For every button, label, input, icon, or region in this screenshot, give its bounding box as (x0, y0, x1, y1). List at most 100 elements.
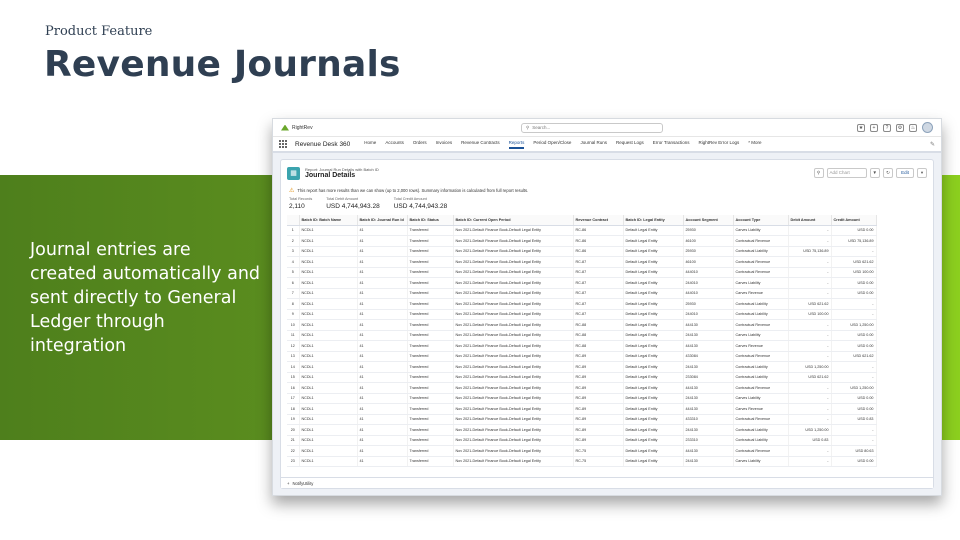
table-cell[interactable]: Nov 2021-Default Finance Book-Default Le… (453, 435, 574, 446)
table-cell[interactable]: RC-87 (573, 256, 624, 268)
table-cell[interactable]: Default Legal Entity (623, 288, 684, 299)
table-cell[interactable]: RC-89 (573, 414, 624, 425)
search-report-button[interactable]: ⚲ (813, 168, 824, 178)
favorites-icon[interactable]: ★ (857, 123, 865, 132)
table-cell[interactable]: NCDL1 (299, 235, 358, 247)
table-cell[interactable]: Nov 2021-Default Finance Book-Default Le… (453, 267, 574, 278)
app-launcher-icon[interactable] (279, 140, 287, 148)
table-cell[interactable]: Default Legal Entity (623, 267, 684, 278)
column-header[interactable]: Batch ID: Journal Run Id (357, 215, 408, 226)
table-cell[interactable]: Nov 2021-Default Finance Book-Default Le… (453, 382, 574, 394)
table-cell[interactable]: Default Legal Entity (623, 372, 684, 383)
table-cell[interactable]: NCDL1 (299, 277, 358, 289)
table-cell[interactable]: Default Legal Entity (623, 382, 684, 394)
nav-tab[interactable]: Reports (508, 140, 525, 149)
table-cell[interactable]: Nov 2021-Default Finance Book-Default Le… (453, 393, 574, 404)
nav-tab[interactable]: Orders (413, 140, 427, 149)
table-cell[interactable]: NCDL1 (299, 330, 358, 341)
table-cell[interactable]: Nov 2021-Default Finance Book-Default Le… (453, 246, 574, 257)
table-cell[interactable]: RC-89 (573, 424, 624, 436)
table-cell[interactable]: Default Legal Entity (623, 340, 684, 352)
column-header[interactable]: Account Segment (683, 215, 734, 226)
table-cell[interactable]: RC-89 (573, 393, 624, 404)
table-cell[interactable]: Nov 2021-Default Finance Book-Default Le… (453, 277, 574, 289)
utility-footer[interactable]: + NotifyUtility (281, 477, 933, 488)
table-cell[interactable]: Nov 2021-Default Finance Book-Default Le… (453, 456, 574, 467)
pencil-icon[interactable]: ✎ (930, 141, 935, 148)
table-cell[interactable]: NCDL1 (299, 456, 358, 467)
table-cell[interactable]: Default Legal Entity (623, 445, 684, 457)
table-cell[interactable]: Default Legal Entity (623, 456, 684, 467)
table-cell[interactable]: RC-88 (573, 319, 624, 331)
table-cell[interactable]: Nov 2021-Default Finance Book-Default Le… (453, 351, 574, 362)
table-cell[interactable]: Default Legal Entity (623, 414, 684, 425)
table-cell[interactable]: RC-89 (573, 361, 624, 373)
column-header[interactable]: Batch ID: Current Open Period (453, 215, 574, 226)
table-cell[interactable]: Nov 2021-Default Finance Book-Default Le… (453, 235, 574, 247)
table-cell[interactable]: RC-86 (573, 225, 624, 236)
column-header[interactable]: Debit Amount (788, 215, 832, 226)
table-cell[interactable]: Nov 2021-Default Finance Book-Default Le… (453, 298, 574, 310)
table-cell[interactable]: Nov 2021-Default Finance Book-Default Le… (453, 330, 574, 341)
column-header[interactable]: Revenue Contract (573, 215, 624, 226)
table-cell[interactable]: RC-87 (573, 309, 624, 320)
table-cell[interactable]: NCDL1 (299, 246, 358, 257)
table-cell[interactable]: Nov 2021-Default Finance Book-Default Le… (453, 361, 574, 373)
table-cell[interactable]: NCDL1 (299, 256, 358, 268)
table-cell[interactable]: NCDL1 (299, 351, 358, 362)
global-search[interactable]: ⚲ Search... (521, 122, 663, 133)
table-cell[interactable]: RC-86 (573, 235, 624, 247)
table-cell[interactable]: NCDL1 (299, 445, 358, 457)
table-cell[interactable]: NCDL1 (299, 319, 358, 331)
table-cell[interactable]: NCDL1 (299, 309, 358, 320)
table-cell[interactable]: NCDL1 (299, 403, 358, 415)
column-header[interactable]: Account Type (733, 215, 789, 226)
nav-tab[interactable]: Invoices (436, 140, 453, 149)
table-cell[interactable]: Nov 2021-Default Finance Book-Default Le… (453, 372, 574, 383)
table-cell[interactable]: Default Legal Entity (623, 277, 684, 289)
table-cell[interactable]: Default Legal Entity (623, 309, 684, 320)
chevron-down-icon[interactable]: ▾ (917, 168, 927, 178)
nav-tab[interactable]: Journal Runs (580, 140, 607, 149)
bell-icon[interactable]: ♨ (909, 123, 917, 132)
table-cell[interactable]: NCDL1 (299, 298, 358, 310)
nav-tab[interactable]: Request Logs (616, 140, 644, 149)
table-cell[interactable]: NCDL1 (299, 435, 358, 446)
column-header[interactable]: Credit Amount (831, 215, 877, 226)
table-cell[interactable]: RC-87 (573, 288, 624, 299)
table-cell[interactable]: RC-87 (573, 298, 624, 310)
column-header[interactable]: Batch ID: Status (407, 215, 454, 226)
nav-tab[interactable]: Accounts (385, 140, 404, 149)
table-cell[interactable]: RC-89 (573, 382, 624, 394)
table-cell[interactable]: RC-75 (573, 445, 624, 457)
table-cell[interactable]: RC-75 (573, 456, 624, 467)
filter-icon[interactable]: ▼ (869, 168, 880, 178)
table-cell[interactable]: Nov 2021-Default Finance Book-Default Le… (453, 414, 574, 425)
table-cell[interactable]: Default Legal Entity (623, 435, 684, 446)
table-cell[interactable]: Default Legal Entity (623, 361, 684, 373)
table-cell[interactable]: Default Legal Entity (623, 403, 684, 415)
table-cell[interactable]: Default Legal Entity (623, 256, 684, 268)
table-cell[interactable]: NCDL1 (299, 424, 358, 436)
table-cell[interactable]: Nov 2021-Default Finance Book-Default Le… (453, 424, 574, 436)
table-cell[interactable]: RC-87 (573, 277, 624, 289)
table-cell[interactable]: NCDL1 (299, 393, 358, 404)
table-cell[interactable]: Default Legal Entity (623, 246, 684, 257)
table-cell[interactable]: Nov 2021-Default Finance Book-Default Le… (453, 225, 574, 236)
gear-icon[interactable]: ⚙ (896, 123, 904, 132)
add-chart-button[interactable]: Add Chart (826, 168, 867, 178)
table-cell[interactable]: Default Legal Entity (623, 330, 684, 341)
table-cell[interactable]: Nov 2021-Default Finance Book-Default Le… (453, 256, 574, 268)
nav-tab[interactable]: Period Open/Close (533, 140, 571, 149)
table-cell[interactable]: NCDL1 (299, 382, 358, 394)
add-icon[interactable]: + (870, 123, 878, 132)
column-header[interactable]: Batch ID: Batch Name (299, 215, 358, 226)
nav-tab[interactable]: Revenue Contracts (461, 140, 500, 149)
table-cell[interactable]: Default Legal Entity (623, 225, 684, 236)
help-icon[interactable]: ? (883, 123, 891, 132)
table-cell[interactable]: Nov 2021-Default Finance Book-Default Le… (453, 309, 574, 320)
table-cell[interactable]: NCDL1 (299, 225, 358, 236)
table-cell[interactable]: RC-89 (573, 403, 624, 415)
table-cell[interactable]: Default Legal Entity (623, 319, 684, 331)
table-cell[interactable]: RC-89 (573, 372, 624, 383)
